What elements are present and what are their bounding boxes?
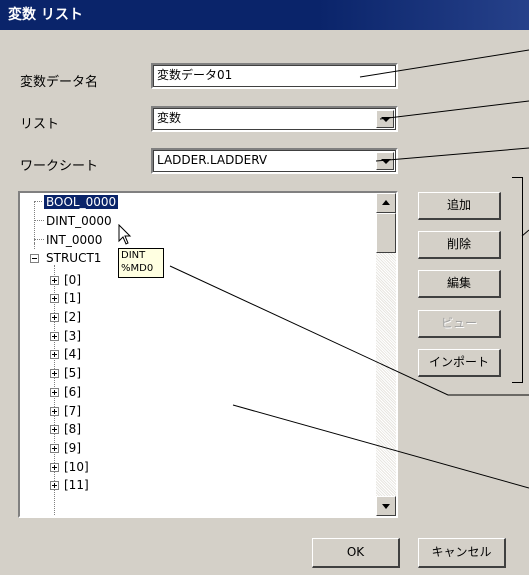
callout-line-list [379, 100, 529, 120]
callout-lines [169, 49, 529, 489]
variable-list-dialog: 変数 リスト 変数データ名 変数データ01 リスト 変数 ワークシート LADD… [0, 0, 529, 575]
callout-line-buttons [521, 229, 529, 237]
callout-line-tooltip [169, 265, 529, 396]
callout-line-tree [232, 404, 529, 489]
callout-line-variable-name [359, 49, 529, 78]
callout-line-worksheet [375, 147, 529, 162]
